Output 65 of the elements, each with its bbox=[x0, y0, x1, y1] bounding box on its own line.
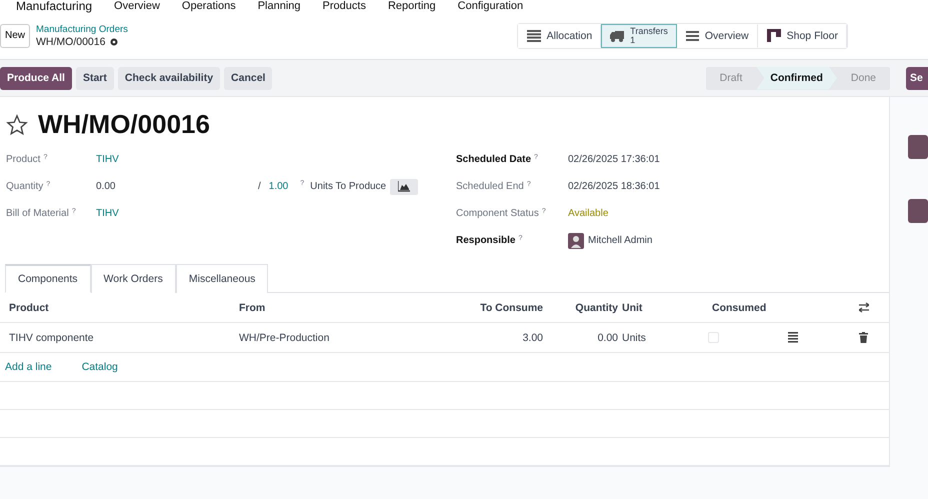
settings-icon bbox=[109, 36, 120, 46]
menu-item[interactable]: Planning bbox=[258, 0, 301, 12]
field-link[interactable]: TIHV bbox=[96, 154, 450, 165]
field-value[interactable]: 1.00 bbox=[268, 181, 288, 192]
action-button[interactable]: Cancel bbox=[224, 66, 272, 90]
chart-icon bbox=[398, 181, 410, 192]
add-link[interactable]: Add a line bbox=[5, 361, 52, 373]
field-label: Product bbox=[6, 154, 40, 165]
truck-icon bbox=[610, 30, 624, 42]
table-cell-text: TIHV componente bbox=[8, 332, 95, 344]
board-icon bbox=[766, 29, 781, 42]
table-cell-text: Units bbox=[621, 332, 647, 344]
action-button[interactable]: Check availability bbox=[118, 66, 220, 90]
avatar-icon bbox=[568, 232, 584, 248]
column-header[interactable]: From bbox=[235, 302, 415, 314]
field-label: Component Status bbox=[456, 208, 539, 219]
tab[interactable]: Components bbox=[5, 264, 91, 293]
record-name: WH/MO/00016 bbox=[36, 36, 106, 48]
stage-step[interactable]: Confirmed bbox=[756, 66, 837, 90]
user-name[interactable]: Mitchell Admin bbox=[588, 235, 652, 246]
field-value[interactable]: 0.00 bbox=[96, 181, 258, 192]
table-cell-text: WH/Pre-Production bbox=[238, 332, 330, 344]
forecast-button[interactable] bbox=[390, 178, 418, 194]
unit-label: Units To Produce bbox=[310, 181, 386, 192]
column-header[interactable]: Product bbox=[5, 302, 235, 314]
action-button[interactable]: Produce All bbox=[0, 66, 72, 90]
new-button[interactable]: New bbox=[0, 24, 30, 48]
list-icon bbox=[788, 332, 798, 343]
column-header[interactable]: Unit bbox=[618, 302, 708, 314]
field-label: Quantity bbox=[6, 181, 44, 192]
field-value[interactable]: 02/26/2025 17:36:01 bbox=[568, 154, 889, 165]
list-icon bbox=[526, 30, 541, 42]
menu-item[interactable]: Overview bbox=[114, 0, 160, 12]
field-label: Responsible bbox=[456, 235, 516, 246]
menu-item[interactable]: Reporting bbox=[388, 0, 436, 12]
add-link[interactable]: Catalog bbox=[82, 361, 118, 373]
table-cell-text: 0.00 bbox=[596, 332, 618, 344]
menu-item[interactable]: Configuration bbox=[458, 0, 524, 12]
column-header[interactable]: Consumed bbox=[708, 302, 788, 314]
avatar-placeholder bbox=[908, 199, 928, 223]
consumed-checkbox[interactable] bbox=[708, 332, 719, 343]
tab[interactable]: Miscellaneous bbox=[176, 264, 268, 293]
star-icon[interactable] bbox=[6, 114, 28, 136]
tab[interactable]: Work Orders bbox=[90, 264, 176, 293]
field-value[interactable]: 02/26/2025 18:36:01 bbox=[568, 181, 889, 192]
table-cell-text: 3.00 bbox=[522, 332, 543, 344]
field-label: Scheduled End bbox=[456, 181, 524, 192]
smart-button[interactable]: Transfers 1 bbox=[601, 24, 677, 48]
send-button[interactable]: Se bbox=[906, 66, 928, 90]
breadcrumb-link[interactable]: Manufacturing Orders bbox=[36, 24, 128, 34]
separator: / bbox=[258, 181, 261, 192]
app-name[interactable]: Manufacturing bbox=[16, 0, 92, 12]
field-link[interactable]: TIHV bbox=[96, 208, 450, 219]
menu-item[interactable]: Operations bbox=[182, 0, 236, 12]
record-title: WH/MO/00016 bbox=[38, 109, 210, 140]
menu-item[interactable]: Products bbox=[322, 0, 366, 12]
column-header[interactable]: Quantity bbox=[543, 302, 618, 314]
menu-icon bbox=[686, 30, 699, 42]
field-label: Bill of Material bbox=[6, 208, 69, 219]
column-header[interactable]: To Consume bbox=[415, 302, 543, 314]
field-label: Scheduled Date bbox=[456, 154, 532, 165]
action-button[interactable]: Start bbox=[76, 66, 114, 90]
trash-icon bbox=[859, 332, 868, 343]
avatar-placeholder bbox=[908, 135, 928, 159]
smart-button[interactable]: Allocation bbox=[518, 24, 602, 48]
